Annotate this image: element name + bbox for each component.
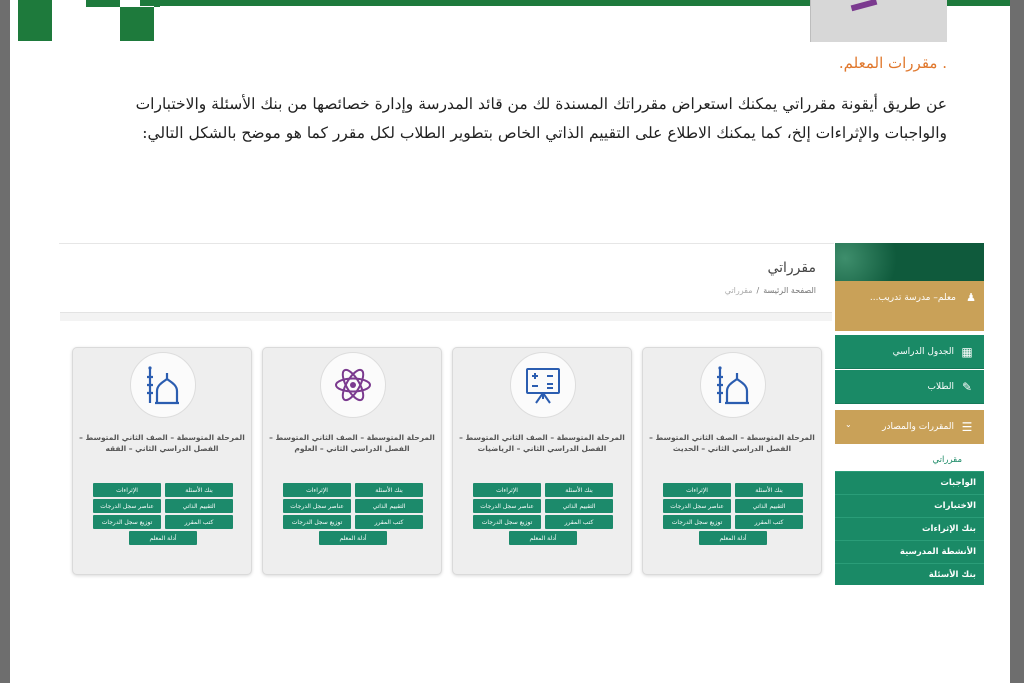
page-title: مقرراتي — [767, 260, 816, 276]
course-button[interactable]: الإثراءات — [473, 483, 541, 497]
sidebar-item-students[interactable]: ✎ الطلاب — [835, 370, 984, 404]
course-card[interactable]: المرحلة المتوسطة – الصف الثاني المتوسط –… — [262, 347, 442, 575]
course-button[interactable]: عناصر سجل الدرجات — [283, 499, 351, 513]
section-heading: . مقررات المعلم. — [838, 54, 947, 72]
decor-square — [52, 0, 86, 7]
course-card[interactable]: المرحلة المتوسطة – الصف الثاني المتوسط –… — [452, 347, 632, 575]
sidebar-subitem[interactable]: الأنشطة المدرسية — [835, 540, 984, 563]
decor-square — [18, 0, 52, 7]
course-button[interactable]: أدلة المعلم — [699, 531, 767, 545]
decor-square — [18, 7, 52, 41]
course-button[interactable]: توزيع سجل الدرجات — [663, 515, 731, 529]
course-card[interactable]: المرحلة المتوسطة – الصف الثاني المتوسط –… — [72, 347, 252, 575]
course-actions: الإثراءات بنك الأسئلة عناصر سجل الدرجات ال… — [93, 483, 233, 547]
course-button[interactable]: الإثراءات — [93, 483, 161, 497]
decor-square — [52, 7, 86, 41]
sidebar-subitem-my-courses[interactable]: مقرراتي — [835, 449, 984, 471]
course-button[interactable]: التقييم الذاتي — [355, 499, 423, 513]
course-button[interactable]: كتب المقرر — [165, 515, 233, 529]
course-button[interactable]: كتب المقرر — [545, 515, 613, 529]
chevron-down-icon: ⌄ — [845, 420, 852, 429]
course-button[interactable]: بنك الأسئلة — [165, 483, 233, 497]
sidebar-item-label: المقررات والمصادر — [882, 422, 954, 432]
course-actions: الإثراءات بنك الأسئلة عناصر سجل الدرجات ال… — [283, 483, 423, 547]
sidebar-item-label: الطلاب — [927, 381, 954, 392]
course-title: المرحلة المتوسطة – الصف الثاني المتوسط –… — [459, 433, 625, 453]
decor-square — [86, 0, 120, 7]
decor-square — [120, 7, 154, 41]
sidebar-subitem[interactable]: بنك الأسئلة — [835, 563, 984, 585]
embedded-screenshot: مقرراتي الصفحة الرئيسة / مقرراتي المرحلة… — [59, 243, 984, 595]
sidebar: ♟ معلم– مدرسة تدريب... ▦ الجدول الدراسي … — [835, 243, 984, 593]
course-button[interactable]: التقييم الذاتي — [735, 499, 803, 513]
student-icon: ✎ — [961, 380, 973, 394]
course-button[interactable]: بنك الأسئلة — [355, 483, 423, 497]
course-button[interactable]: عناصر سجل الدرجات — [663, 499, 731, 513]
header-bar — [947, 0, 1010, 6]
course-button[interactable]: بنك الأسئلة — [545, 483, 613, 497]
course-title: المرحلة المتوسطة – الصف الثاني المتوسط –… — [269, 433, 435, 453]
course-button[interactable]: التقييم الذاتي — [545, 499, 613, 513]
course-button[interactable]: أدلة المعلم — [129, 531, 197, 545]
course-title: المرحلة المتوسطة – الصف الثاني المتوسط –… — [79, 433, 245, 453]
sidebar-subitem[interactable]: الاختبارات — [835, 494, 984, 517]
sidebar-item-label: الجدول الدراسي — [892, 346, 954, 357]
document-page: . مقررات المعلم. عن طريق أيقونة مقرراتي … — [10, 0, 1010, 683]
sidebar-item-courses[interactable]: ☰ المقررات والمصادر ⌄ — [835, 410, 984, 444]
course-button[interactable]: التقييم الذاتي — [165, 499, 233, 513]
courses-icon: ☰ — [961, 420, 973, 434]
course-button[interactable]: توزيع سجل الدرجات — [473, 515, 541, 529]
course-button[interactable]: عناصر سجل الدرجات — [93, 499, 161, 513]
sidebar-subitem[interactable]: الواجبات — [835, 471, 984, 494]
course-button[interactable]: بنك الأسئلة — [735, 483, 803, 497]
user-label: معلم– مدرسة تدريب... — [869, 293, 956, 303]
breadcrumb-separator: / — [756, 286, 760, 295]
mosque-icon — [700, 352, 766, 418]
course-button[interactable]: توزيع سجل الدرجات — [283, 515, 351, 529]
header-image — [810, 0, 947, 42]
course-button[interactable]: الإثراءات — [283, 483, 351, 497]
sidebar-user[interactable]: ♟ معلم– مدرسة تدريب... — [835, 281, 984, 331]
course-button[interactable]: توزيع سجل الدرجات — [93, 515, 161, 529]
atom-icon — [320, 352, 386, 418]
sidebar-item-schedule[interactable]: ▦ الجدول الدراسي — [835, 335, 984, 369]
course-actions: الإثراءات بنك الأسئلة عناصر سجل الدرجات ال… — [473, 483, 613, 547]
breadcrumb: الصفحة الرئيسة / مقرراتي — [725, 286, 816, 295]
body-paragraph: عن طريق أيقونة مقرراتي يمكنك استعراض مقر… — [135, 95, 947, 142]
sidebar-subitem[interactable]: بنك الإثراءات — [835, 517, 984, 540]
course-button[interactable]: عناصر سجل الدرجات — [473, 499, 541, 513]
calendar-icon: ▦ — [961, 345, 973, 359]
course-button[interactable]: أدلة المعلم — [509, 531, 577, 545]
breadcrumb-home[interactable]: الصفحة الرئيسة — [763, 286, 816, 295]
sidebar-banner — [835, 243, 984, 281]
header-bar — [140, 0, 820, 6]
breadcrumb-current: مقرراتي — [724, 286, 753, 295]
user-icon: ♟ — [966, 291, 976, 304]
math-board-icon — [510, 352, 576, 418]
course-button[interactable]: كتب المقرر — [355, 515, 423, 529]
course-title: المرحلة المتوسطة – الصف الثاني المتوسط –… — [649, 433, 815, 453]
course-button[interactable]: أدلة المعلم — [319, 531, 387, 545]
course-button[interactable]: كتب المقرر — [735, 515, 803, 529]
course-card[interactable]: المرحلة المتوسطة – الصف الثاني المتوسط –… — [642, 347, 822, 575]
mosque-icon — [130, 352, 196, 418]
course-actions: الإثراءات بنك الأسئلة عناصر سجل الدرجات ال… — [663, 483, 803, 547]
course-button[interactable]: الإثراءات — [663, 483, 731, 497]
main-content: مقرراتي الصفحة الرئيسة / مقرراتي المرحلة… — [59, 243, 834, 595]
